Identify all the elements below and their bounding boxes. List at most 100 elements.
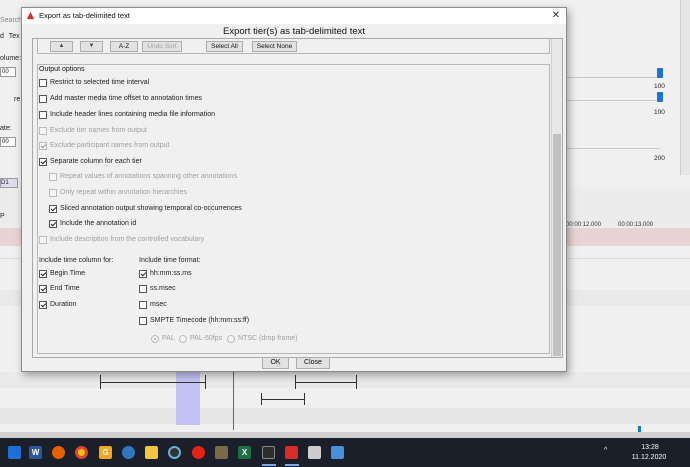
active-app-indicator	[285, 464, 299, 466]
meeting-icon[interactable]	[308, 446, 321, 459]
vertical-scrollbar[interactable]	[551, 39, 562, 357]
checkbox[interactable]	[39, 79, 47, 87]
bg-crosshair	[233, 370, 234, 430]
checkbox[interactable]	[49, 220, 57, 228]
radio-label: PAL-50fps	[190, 335, 223, 342]
gimp-icon[interactable]	[215, 446, 228, 459]
option-label: Include the annotation id	[60, 220, 137, 227]
checkbox[interactable]	[39, 142, 47, 150]
bg-annotation-edge	[205, 375, 206, 389]
option-label: hh:mm:ss.ms	[150, 270, 192, 277]
checkbox[interactable]	[39, 95, 47, 103]
option-label: Exclude participant names from output	[50, 142, 170, 149]
checkbox[interactable]	[139, 317, 147, 325]
bg-volume-field[interactable]: 00	[0, 67, 16, 77]
windows-icon[interactable]	[8, 446, 21, 459]
bg-slider-thumb[interactable]	[657, 68, 663, 78]
edge-icon[interactable]	[122, 446, 135, 459]
checkbox[interactable]	[39, 236, 47, 244]
word-icon[interactable]: W	[29, 446, 42, 459]
checkbox[interactable]	[39, 301, 47, 309]
bg-tier-row	[0, 408, 690, 424]
tier-selection-panel: ▲ ▼ A-Z Undo Sort Select All Select None	[37, 39, 550, 54]
checkbox[interactable]	[49, 173, 57, 181]
files-icon[interactable]	[145, 446, 158, 459]
explorer-icon[interactable]	[262, 446, 275, 459]
chrome-icon[interactable]	[75, 446, 88, 459]
radio-button[interactable]	[179, 335, 187, 343]
checkbox[interactable]	[39, 285, 47, 293]
move-down-button[interactable]: ▼	[80, 41, 103, 52]
bg-tier-row	[0, 372, 690, 388]
option-label: ss.msec	[150, 285, 176, 292]
time-format-title: Include time format:	[139, 256, 200, 266]
davinci-icon[interactable]	[168, 446, 181, 459]
radio-label: NTSC (drop frame)	[238, 335, 298, 342]
bg-annotation-edge	[100, 375, 101, 389]
clock-time[interactable]: 13:28	[630, 444, 670, 451]
close-icon[interactable]: ✕	[552, 10, 560, 21]
undo-sort-button[interactable]: Undo Sort	[142, 41, 182, 52]
sort-az-button[interactable]: A-Z	[110, 41, 138, 52]
excel-icon[interactable]: X	[238, 446, 251, 459]
checkbox[interactable]	[49, 205, 57, 213]
select-none-button[interactable]: Select None	[252, 41, 297, 52]
elan-exe-icon[interactable]	[331, 446, 344, 459]
bg-annotation[interactable]	[100, 382, 206, 383]
checkbox[interactable]	[49, 189, 57, 197]
bg-slider-thumb[interactable]	[657, 92, 663, 102]
option-label: Begin Time	[50, 270, 86, 277]
bg-re-label: re	[14, 96, 21, 103]
system-tray: ^ 13:28 11.12.2020	[600, 442, 688, 464]
bg-slider-value: 200	[654, 155, 665, 162]
tray-chevron-icon[interactable]: ^	[604, 447, 607, 454]
bg-tab[interactable]: D1	[0, 178, 18, 188]
bg-rate-label: ate:	[0, 125, 12, 132]
bg-slider-track	[565, 148, 660, 149]
bg-annotation[interactable]	[295, 382, 357, 383]
checkbox[interactable]	[39, 158, 47, 166]
bg-media-controls: 100 100 200	[565, 30, 690, 175]
bg-menu-item[interactable]: Tex	[9, 33, 20, 40]
radio-button[interactable]	[151, 335, 159, 343]
move-up-button[interactable]: ▲	[50, 41, 73, 52]
option-label: msec	[150, 301, 167, 308]
option-label: Restrict to selected time interval	[50, 79, 150, 86]
dialog-title-bar[interactable]: Export as tab-delimited text ✕	[22, 8, 566, 24]
bg-menu-item[interactable]: d	[0, 33, 4, 40]
checkbox[interactable]	[139, 285, 147, 293]
checkbox[interactable]	[39, 127, 47, 135]
checkbox[interactable]	[39, 270, 47, 278]
bg-slider-track	[565, 77, 660, 78]
bg-rate-field[interactable]: 00	[0, 137, 16, 147]
option-label: Repeat values of annotations spanning ot…	[60, 173, 238, 180]
close-button[interactable]: Close	[296, 357, 330, 369]
youtube-icon[interactable]	[192, 446, 205, 459]
bg-annotation-edge	[304, 393, 305, 405]
g-app-icon[interactable]: G	[99, 446, 112, 459]
radio-button[interactable]	[227, 335, 235, 343]
option-label: Separate column for each tier	[50, 158, 142, 165]
bg-slider-value: 100	[654, 109, 665, 116]
bg-scrollbar[interactable]	[680, 0, 690, 175]
clock-date[interactable]: 11.12.2020	[626, 454, 672, 461]
options-scroll-pane[interactable]: ▲ ▼ A-Z Undo Sort Select All Select None…	[32, 38, 563, 358]
bg-row-label: P	[0, 213, 5, 220]
checkbox[interactable]	[39, 111, 47, 119]
time-format-title-text: Include time format:	[139, 257, 201, 264]
elan-icon[interactable]	[285, 446, 298, 459]
ok-button[interactable]: OK	[262, 357, 289, 369]
checkbox[interactable]	[139, 270, 147, 278]
bg-search-field[interactable]: Search	[0, 17, 22, 27]
option-label: End Time	[50, 285, 80, 292]
checkbox[interactable]	[139, 301, 147, 309]
output-options-title: Output options	[39, 66, 85, 73]
scrollbar-thumb[interactable]	[553, 134, 561, 356]
firefox-icon[interactable]	[52, 446, 65, 459]
export-dialog: Export as tab-delimited text ✕ Export ti…	[21, 7, 567, 372]
select-all-button[interactable]: Select All	[206, 41, 243, 52]
dialog-title: Export as tab-delimited text	[39, 11, 130, 20]
option-label: Add master media time offset to annotati…	[50, 95, 203, 102]
option-label: Duration	[50, 301, 77, 308]
bg-annotation[interactable]	[261, 399, 305, 400]
